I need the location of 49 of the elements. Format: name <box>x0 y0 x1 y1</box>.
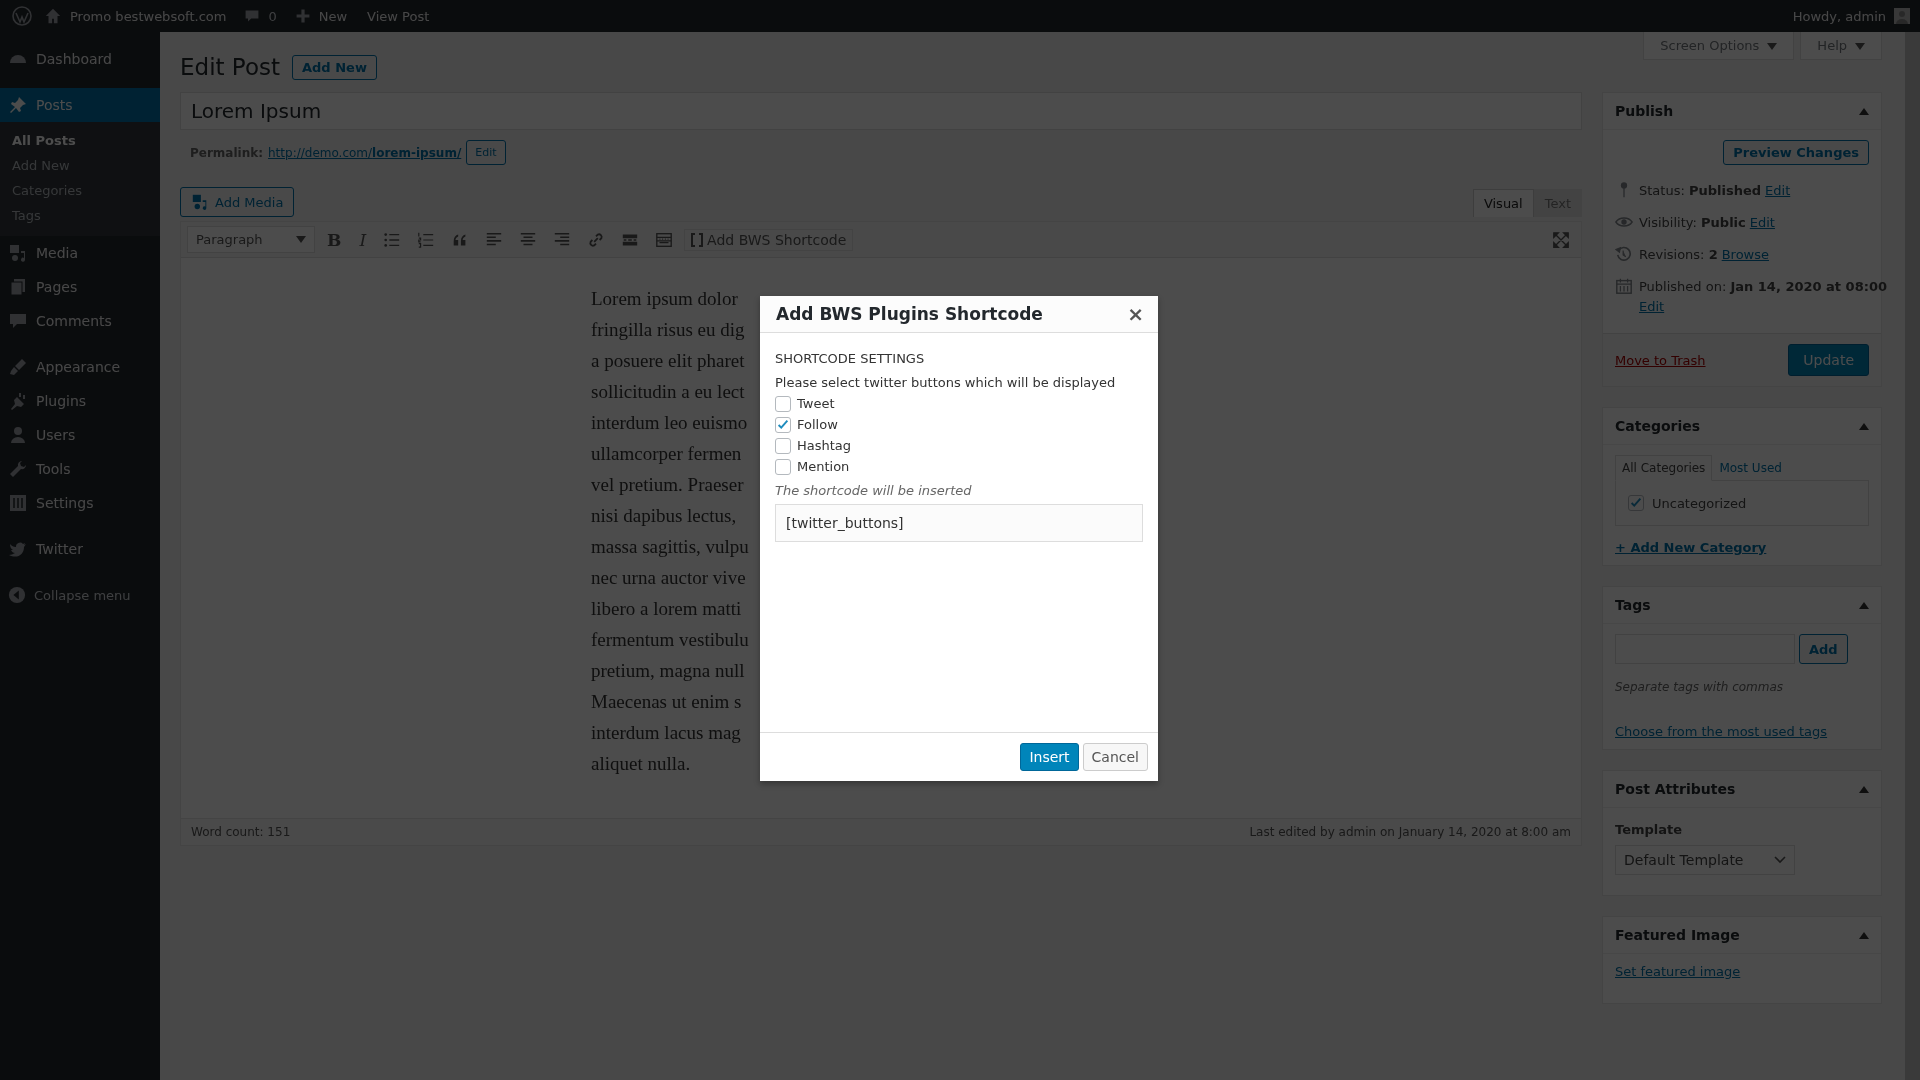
publish-detail: Visibility: Public <box>1639 214 1746 232</box>
content-text: pretium, magna null <box>591 659 745 682</box>
content-text: fringilla risus eu dig <box>591 318 745 341</box>
checkbox[interactable] <box>775 437 791 454</box>
checkbox[interactable] <box>775 416 791 433</box>
dialog-title: Add BWS Plugins Shortcode <box>776 304 1043 324</box>
cancel-button[interactable]: Cancel <box>1082 743 1148 771</box>
move-to-trash-link[interactable]: Move to Trash <box>1615 352 1706 368</box>
content-text: libero a lorem matti <box>591 597 742 620</box>
most-used-tags-link[interactable]: Choose from the most used tags <box>1615 724 1828 739</box>
insert-button[interactable]: Insert <box>1020 743 1079 771</box>
close-button[interactable]: × <box>1121 301 1150 327</box>
shortcode-note: The shortcode will be inserted <box>775 483 973 498</box>
panel-title: Categories <box>1615 418 1701 434</box>
content-text: aliquet nulla. <box>591 752 691 775</box>
section-title: SHORTCODE SETTINGS <box>775 351 926 366</box>
content-text: Maecenas ut enim s <box>591 690 742 713</box>
option-label: Tweet <box>797 396 835 411</box>
option-label: Mention <box>797 459 850 474</box>
panel-title: Publish <box>1615 103 1674 119</box>
checkbox[interactable] <box>775 458 791 475</box>
content-text: nec urna auctor vive <box>591 566 746 589</box>
content-text: fermentum vestibulu <box>591 628 749 651</box>
content-text: ullamcorper fermen <box>591 442 742 465</box>
content-text: Lorem ipsum dolor <box>591 287 738 310</box>
option-label: Follow <box>797 417 838 432</box>
content-text: interdum leo euismo <box>591 411 748 434</box>
publish-detail: Published on: Jan 14, 2020 at 08:00 <box>1639 278 1887 296</box>
panel-title: Post Attributes <box>1615 781 1736 797</box>
option-label: Hashtag <box>797 438 852 453</box>
content-text: massa sagittis, vulpu <box>591 535 749 558</box>
content-text: nisi dapibus lectus, <box>591 504 737 527</box>
panel-title: Tags <box>1615 597 1651 613</box>
checkbox[interactable] <box>775 395 791 412</box>
content-text: sollicitudin a eu lect <box>591 380 745 403</box>
content-text: interdum lacus mag <box>591 721 741 744</box>
content-text: vel pretium. Praeser <box>591 473 744 496</box>
prompt-text: Please select twitter buttons which will be displayed <box>775 375 1117 390</box>
content-text: a posuere elit pharet <box>591 349 745 372</box>
shortcode-field[interactable]: [twitter_buttons] <box>775 504 1143 542</box>
set-featured-image-link[interactable]: Set featured image <box>1615 964 1741 979</box>
add-category-link[interactable]: + Add New Category <box>1615 540 1767 555</box>
publish-detail: Revisions: 2 <box>1639 246 1718 264</box>
publish-detail: Status: Published <box>1639 182 1762 200</box>
template-label: Template <box>1615 822 1684 837</box>
category-label: Uncategorized <box>1652 495 1747 511</box>
panel-title: Featured Image <box>1615 927 1740 943</box>
page-title: Edit Post <box>180 54 280 80</box>
permalink-link[interactable]: http://demo.com/lorem-ipsum/ <box>268 145 462 160</box>
